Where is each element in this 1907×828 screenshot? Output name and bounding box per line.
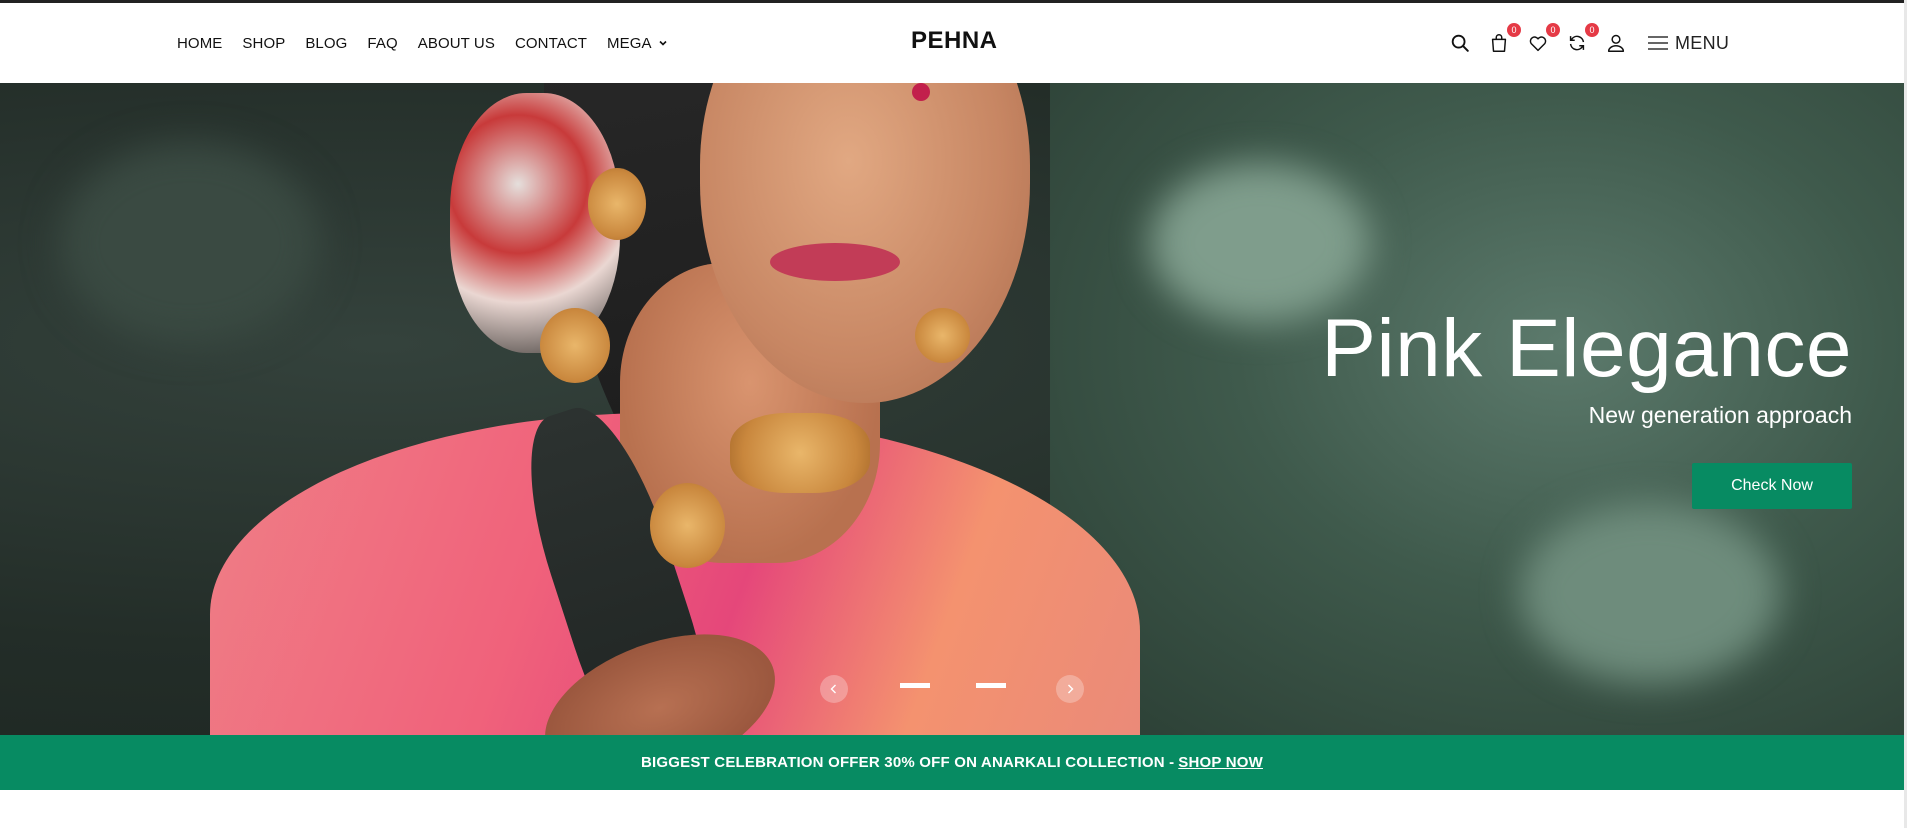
- hero-image-earring: [588, 168, 646, 240]
- chevron-left-icon: [830, 684, 836, 694]
- shop-now-link[interactable]: SHOP NOW: [1178, 754, 1263, 771]
- nav-item-about-us[interactable]: ABOUT US: [418, 35, 495, 52]
- nav-item-mega[interactable]: MEGA: [607, 35, 668, 52]
- compare-button[interactable]: 0: [1565, 23, 1599, 55]
- nav-item-contact[interactable]: CONTACT: [515, 35, 587, 52]
- user-icon: [1607, 34, 1625, 52]
- hero-subtitle: New generation approach: [1588, 402, 1852, 429]
- cart-button[interactable]: 0: [1487, 23, 1521, 55]
- main-nav: HOME SHOP BLOG FAQ ABOUT US CONTACT MEGA: [177, 3, 688, 83]
- search-icon: [1451, 34, 1469, 52]
- hero-image-earring: [915, 308, 970, 363]
- menu-label: MENU: [1675, 32, 1730, 53]
- hero-slider: Pink Elegance New generation approach Ch…: [0, 83, 1904, 735]
- hero-text-block: Pink Elegance New generation approach: [1321, 300, 1852, 429]
- site-header: HOME SHOP BLOG FAQ ABOUT US CONTACT MEGA…: [0, 3, 1904, 83]
- heart-icon: [1529, 36, 1547, 52]
- wishlist-count-badge: 0: [1546, 23, 1560, 37]
- compare-count-badge: 0: [1585, 23, 1599, 37]
- hero-image-pendant: [540, 308, 610, 383]
- account-button[interactable]: [1604, 31, 1628, 55]
- slider-prev-button[interactable]: [820, 675, 848, 703]
- slider-dot-1[interactable]: [900, 683, 930, 688]
- check-now-button[interactable]: Check Now: [1692, 463, 1852, 509]
- nav-item-home[interactable]: HOME: [177, 35, 222, 52]
- hero-image-necklace: [730, 413, 870, 493]
- nav-item-blog[interactable]: BLOG: [305, 35, 347, 52]
- cart-count-badge: 0: [1507, 23, 1521, 37]
- hero-image-pendant: [650, 483, 725, 568]
- slider-dot-2[interactable]: [976, 683, 1006, 688]
- promo-text: BIGGEST CELEBRATION OFFER 30% OFF ON ANA…: [641, 754, 1175, 771]
- slider-next-button[interactable]: [1056, 675, 1084, 703]
- site-logo[interactable]: PEHNA: [911, 27, 998, 55]
- hamburger-icon: [1648, 36, 1668, 50]
- nav-item-shop[interactable]: SHOP: [242, 35, 285, 52]
- header-actions: 0 0 0 MENU: [1448, 3, 1729, 83]
- hero-title: Pink Elegance: [1321, 303, 1852, 394]
- wishlist-button[interactable]: 0: [1526, 23, 1560, 55]
- nav-item-faq[interactable]: FAQ: [367, 35, 397, 52]
- hero-image-bindi: [912, 83, 930, 101]
- refresh-icon: [1569, 35, 1585, 51]
- promo-banner: BIGGEST CELEBRATION OFFER 30% OFF ON ANA…: [0, 735, 1904, 790]
- menu-button[interactable]: MENU: [1647, 33, 1729, 54]
- shopping-bag-icon: [1491, 34, 1507, 52]
- hero-bokeh: [60, 143, 320, 343]
- hero-bokeh: [1150, 163, 1370, 323]
- hero-image-lips: [770, 243, 900, 281]
- nav-item-mega-label: MEGA: [607, 34, 652, 52]
- chevron-down-icon: [659, 40, 667, 46]
- hero-bokeh: [1520, 503, 1780, 683]
- chevron-right-icon: [1068, 684, 1074, 694]
- search-button[interactable]: [1448, 31, 1472, 55]
